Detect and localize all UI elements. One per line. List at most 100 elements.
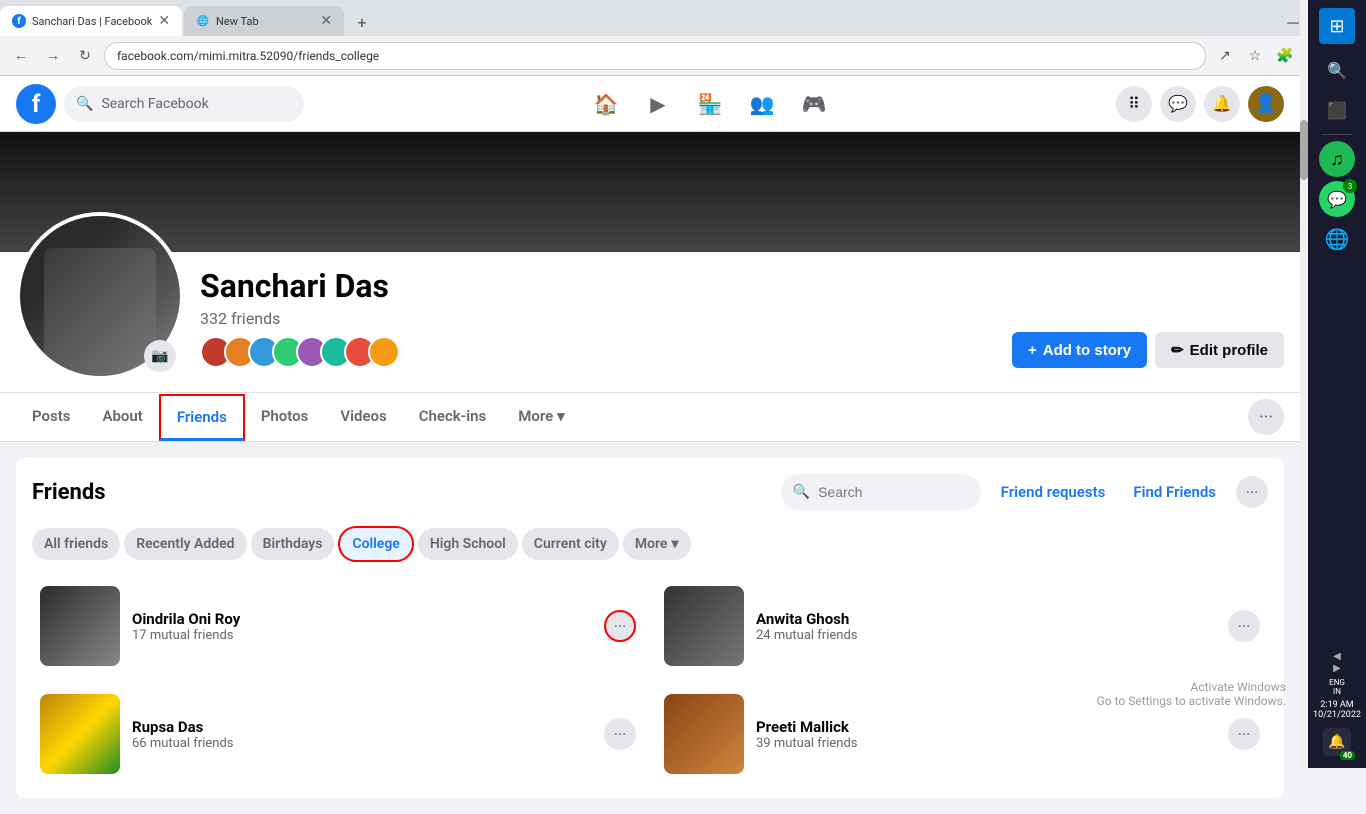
chevron-down-icon: ▾ [557,407,565,425]
share-button[interactable]: ↗ [1212,43,1238,69]
nav-watch-button[interactable]: ▶ [634,86,682,122]
tab-favicon-facebook: f [12,14,26,28]
profile-name: Sanchari Das [200,267,996,305]
filter-more-chevron-icon: ▾ [671,536,678,552]
windows-start-button[interactable]: ⊞ [1319,8,1355,44]
friend-details-0: Oindrila Oni Roy 17 mutual friends [132,610,592,643]
friend-details-1: Anwita Ghosh 24 mutual friends [756,610,1216,643]
friend-avatars [200,336,996,368]
friend-menu-button-3[interactable]: ··· [1228,718,1260,750]
search-bar[interactable]: 🔍 Search Facebook [64,86,304,122]
filter-more[interactable]: More ▾ [623,528,691,560]
user-avatar-button[interactable]: 👤 [1248,86,1284,122]
language-indicator[interactable]: ENGIN [1329,678,1345,696]
friend-mutual-3: 39 mutual friends [756,736,1216,751]
tab-checkins[interactable]: Check-ins [403,393,502,442]
tab-newtab[interactable]: 🌐 New Tab ✕ [184,6,344,36]
nav-icons: 🏠 ▶ 🏪 👥 🎮 [312,86,1108,122]
scrollbar[interactable] [1300,0,1308,768]
friends-search-input[interactable] [818,484,969,500]
date-display: 10/21/2022 [1313,710,1361,720]
friend-menu-button-0[interactable]: ··· [604,610,636,642]
change-avatar-button[interactable]: 📷 [144,340,176,372]
profile-actions: + Add to story ✏ Edit profile [1012,332,1284,380]
tab-videos[interactable]: Videos [324,393,402,442]
refresh-button[interactable]: ↻ [72,43,98,69]
taskbar-right: ⊞ 🔍 ⬛ ♫ 💬 3 🌐 ◀ ▶ ENGIN 2:19 AM 10/21/20… [1308,0,1366,768]
nav-gaming-button[interactable]: 🎮 [790,86,838,122]
filter-college[interactable]: College [338,526,413,562]
scroll-up-button[interactable]: ◀ [1329,650,1345,662]
nav-marketplace-button[interactable]: 🏪 [686,86,734,122]
tab-posts[interactable]: Posts [16,393,86,442]
tab-title-facebook: Sanchari Das | Facebook [32,15,152,28]
profile-tabs: Posts About Friends Photos Videos Check-… [0,393,1300,442]
nav-home-button[interactable]: 🏠 [582,86,630,122]
taskbar-spotify-icon[interactable]: ♫ [1319,141,1355,177]
friend-requests-link[interactable]: Friend requests [993,483,1114,501]
facebook-logo[interactable]: f [16,84,56,124]
apps-menu-button[interactable]: ⠿ [1116,86,1152,122]
friend-card-0: Oindrila Oni Roy 17 mutual friends ··· [32,578,644,674]
profile-section: 📷 Sanchari Das 332 friends + Add to stor… [0,252,1300,393]
browser-nav-bar: ← → ↻ facebook.com/mimi.mitra.52090/frie… [0,36,1366,76]
back-button[interactable]: ← [8,43,34,69]
extensions-button[interactable]: 🧩 [1272,43,1298,69]
search-placeholder: Search Facebook [101,96,208,112]
friend-name-3: Preeti Mallick [756,718,1216,736]
nav-right: ⠿ 💬 🔔 👤 [1116,86,1284,122]
tab-friends[interactable]: Friends [159,394,245,441]
friend-name-2: Rupsa Das [132,718,592,736]
notifications-button[interactable]: 🔔 [1204,86,1240,122]
whatsapp-badge: 3 [1343,179,1357,193]
taskbar-whatsapp-icon[interactable]: 💬 3 [1319,181,1355,217]
messenger-button[interactable]: 💬 [1160,86,1196,122]
tab-more[interactable]: More ▾ [502,393,580,442]
filter-current-city[interactable]: Current city [522,528,619,560]
friend-menu-button-1[interactable]: ··· [1228,610,1260,642]
cover-photo [0,132,1300,252]
clock[interactable]: 2:19 AM 10/21/2022 [1313,700,1361,720]
main-content: Friends 🔍 Friend requests Find Friends ·… [0,442,1300,814]
forward-button[interactable]: → [40,43,66,69]
taskbar-notification-button[interactable]: 🔔 40 [1319,724,1355,760]
taskbar-chrome-icon[interactable]: 🌐 [1319,221,1355,257]
scroll-controls: ◀ ▶ [1329,650,1345,674]
friend-photo-3 [664,694,744,774]
tab-photos[interactable]: Photos [245,393,325,442]
friends-search-bar[interactable]: 🔍 [781,474,981,510]
filter-all-friends[interactable]: All friends [32,528,120,560]
friends-more-button[interactable]: ··· [1236,476,1268,508]
facebook-topnav: f 🔍 Search Facebook 🏠 ▶ 🏪 👥 🎮 ⠿ 💬 🔔 👤 [0,76,1300,132]
tab-close-facebook[interactable]: ✕ [158,13,170,29]
friend-photo-0 [40,586,120,666]
tab-close-newtab[interactable]: ✕ [320,13,332,29]
taskbar-multitask-icon[interactable]: ⬛ [1319,92,1355,128]
scroll-thumb[interactable] [1300,120,1308,180]
friend-details-3: Preeti Mallick 39 mutual friends [756,718,1216,751]
search-icon: 🔍 [76,96,93,112]
friend-avatar-8 [368,336,400,368]
taskbar-search-icon[interactable]: 🔍 [1319,52,1355,88]
bookmark-button[interactable]: ☆ [1242,43,1268,69]
nav-groups-button[interactable]: 👥 [738,86,786,122]
new-tab-button[interactable]: + [348,8,376,36]
address-bar[interactable]: facebook.com/mimi.mitra.52090/friends_co… [104,42,1206,70]
tab-about[interactable]: About [86,393,158,442]
tab-title-newtab: New Tab [216,15,314,28]
friends-section-title: Friends [32,480,769,505]
filter-recently-added[interactable]: Recently Added [124,528,246,560]
tab-favicon-newtab: 🌐 [196,14,210,28]
friend-menu-button-2[interactable]: ··· [604,718,636,750]
tab-overflow-button[interactable]: ··· [1248,399,1284,435]
filter-birthdays[interactable]: Birthdays [251,528,335,560]
tab-facebook[interactable]: f Sanchari Das | Facebook ✕ [0,6,182,36]
filter-high-school[interactable]: High School [418,528,518,560]
edit-profile-button[interactable]: ✏ Edit profile [1155,332,1284,368]
add-to-story-button[interactable]: + Add to story [1012,332,1147,368]
profile-info: Sanchari Das 332 friends [200,267,996,380]
friend-mutual-1: 24 mutual friends [756,628,1216,643]
scroll-down-button[interactable]: ▶ [1329,662,1345,674]
edit-icon: ✏ [1171,341,1184,359]
find-friends-link[interactable]: Find Friends [1125,483,1224,501]
